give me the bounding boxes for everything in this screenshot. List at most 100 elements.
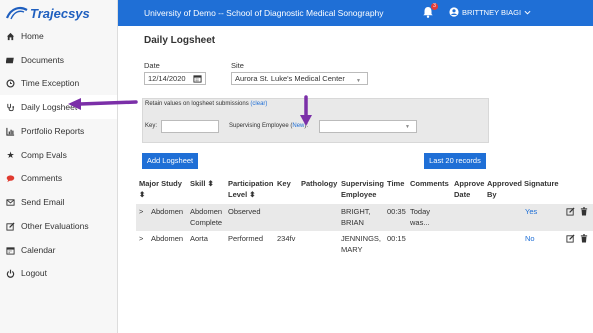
add-logsheet-button[interactable]: Add Logsheet <box>142 153 198 169</box>
signature-link[interactable]: Yes <box>525 206 537 217</box>
header-major-study[interactable]: Major Study ⬍ <box>139 178 182 200</box>
last-20-records-button[interactable]: Last 20 records <box>424 153 486 169</box>
date-label: Date <box>144 61 160 70</box>
participation-cell: Performed <box>228 234 264 243</box>
sidebar-item-label: Send Email <box>21 197 65 207</box>
supervisor-line: BRIAN <box>341 218 364 227</box>
supervising-employee-select[interactable]: ▼ <box>319 120 417 133</box>
logo-text: Trajecsys <box>30 5 90 21</box>
main-content: Daily Logsheet Date 12/14/2020 Site Auro… <box>118 26 593 333</box>
sidebar-item-portfolio-reports[interactable]: Portfolio Reports <box>0 119 117 143</box>
sidebar-item-label: Logout <box>21 268 47 278</box>
time-cell: 00:35 <box>387 207 406 216</box>
sidebar-item-label: Portfolio Reports <box>21 126 85 136</box>
supervisor-line: BRIGHT, <box>341 207 371 216</box>
retain-label: Retain values on logsheet submissions <box>145 101 249 107</box>
skill-cell: Aorta <box>190 233 208 244</box>
signature-link[interactable]: No <box>525 233 535 244</box>
power-icon <box>6 269 15 278</box>
sidebar-item-home[interactable]: Home <box>0 24 117 48</box>
chevron-down-icon <box>524 10 531 15</box>
site-select[interactable]: Aurora St. Luke's Medical Center ▼ <box>231 72 368 85</box>
site-label: Site <box>231 61 244 70</box>
envelope-icon <box>6 198 15 207</box>
breadcrumb: University of Demo -- School of Diagnost… <box>144 8 384 18</box>
trash-icon[interactable] <box>580 207 588 216</box>
skill-line: Abdomen <box>190 207 223 216</box>
stethoscope-icon <box>6 103 15 112</box>
skill-cell: Abdomen Complete <box>190 206 222 228</box>
header-label: Level ⬍ <box>228 190 256 199</box>
header-approved-by: Approved By <box>487 178 522 200</box>
sidebar-item-time-exception[interactable]: Time Exception <box>0 71 117 95</box>
edit-icon <box>6 221 15 231</box>
sidebar-item-documents[interactable]: Documents <box>0 48 117 72</box>
comment-line: was... <box>410 218 430 227</box>
header-label: Date <box>454 190 471 199</box>
user-name: BRITTNEY BIAGI <box>462 7 522 17</box>
sidebar-item-label: Comp Evals <box>21 150 67 160</box>
calendar-icon <box>6 246 15 255</box>
header-comments: Comments <box>410 179 449 188</box>
retain-values-text: Retain values on logsheet submissions (c… <box>145 101 267 107</box>
sort-icon: ⬍ <box>139 190 146 199</box>
header-pathology: Pathology <box>301 179 338 188</box>
sidebar-item-logout[interactable]: Logout <box>0 261 117 285</box>
header-label: Approved <box>487 179 523 188</box>
header-supervising-employee: Supervising Employee <box>341 178 384 200</box>
comment-line: Today <box>410 207 431 216</box>
expand-row-icon[interactable]: > <box>139 206 143 217</box>
sidebar-item-send-email[interactable]: Send Email <box>0 190 117 214</box>
star-icon: ★ <box>6 149 15 160</box>
edit-row-icon[interactable] <box>566 234 575 243</box>
home-icon <box>6 32 15 41</box>
annotation-arrow-down-icon <box>300 95 312 126</box>
supervising-employee-label: Supervising Employee (New): <box>229 123 308 129</box>
key-input[interactable] <box>161 120 219 133</box>
sidebar-item-label: Time Exception <box>21 78 80 88</box>
sidebar-item-other-evaluations[interactable]: Other Evaluations <box>0 214 117 238</box>
sidebar-item-comp-evals[interactable]: ★ Comp Evals <box>0 143 117 167</box>
header-time: Time <box>387 179 405 188</box>
header-skill[interactable]: Skill ⬍ <box>190 178 214 189</box>
sidebar-item-label: Documents <box>21 55 64 65</box>
header-label: Major Study <box>139 179 182 188</box>
skill-line: Aorta <box>190 234 208 243</box>
header-label: Approve <box>454 179 485 188</box>
supervisor-line: MARY <box>341 245 363 254</box>
supervising-label-prefix: Supervising Employee ( <box>229 123 293 129</box>
participation-cell: Observed <box>228 207 261 216</box>
header-label: By <box>487 190 497 199</box>
expand-row-icon[interactable]: > <box>139 233 143 244</box>
header-key: Key <box>277 179 291 188</box>
notification-badge: 3 <box>431 3 438 10</box>
supervising-cell: JENNINGS, MARY <box>341 233 381 255</box>
sidebar: Trajecsys Home Documents Time Exception … <box>0 0 118 333</box>
edit-row-icon[interactable] <box>566 207 575 216</box>
supervisor-line: JENNINGS, <box>341 234 382 243</box>
user-menu[interactable]: BRITTNEY BIAGI <box>449 7 531 17</box>
page-title: Daily Logsheet <box>144 35 216 46</box>
bar-chart-icon <box>6 127 15 136</box>
sidebar-item-label: Other Evaluations <box>21 221 89 231</box>
sidebar-item-label: Calendar <box>21 245 56 255</box>
logo-swoosh-icon <box>6 7 28 20</box>
calendar-picker-icon[interactable] <box>193 74 202 83</box>
time-cell: 00:15 <box>387 234 406 243</box>
trash-icon[interactable] <box>580 234 588 243</box>
supervising-cell: BRIGHT, BRIAN <box>341 206 371 228</box>
sidebar-item-comments[interactable]: Comments <box>0 166 117 190</box>
header-label: Employee <box>341 190 377 199</box>
site-selected-value: Aurora St. Luke's Medical Center <box>235 74 345 83</box>
dropdown-caret-icon: ▼ <box>356 78 361 84</box>
clock-icon <box>6 78 15 88</box>
header-participation-level[interactable]: Participation Level ⬍ <box>228 178 273 200</box>
user-avatar-icon <box>449 7 459 17</box>
major-study-cell: Abdomen <box>151 207 184 216</box>
document-icon <box>6 56 15 65</box>
sidebar-item-calendar[interactable]: Calendar <box>0 238 117 262</box>
header-label: Participation <box>228 179 274 188</box>
key-cell: 234fv <box>277 234 296 243</box>
logo[interactable]: Trajecsys <box>0 0 117 26</box>
clear-link[interactable]: (clear) <box>250 101 267 107</box>
